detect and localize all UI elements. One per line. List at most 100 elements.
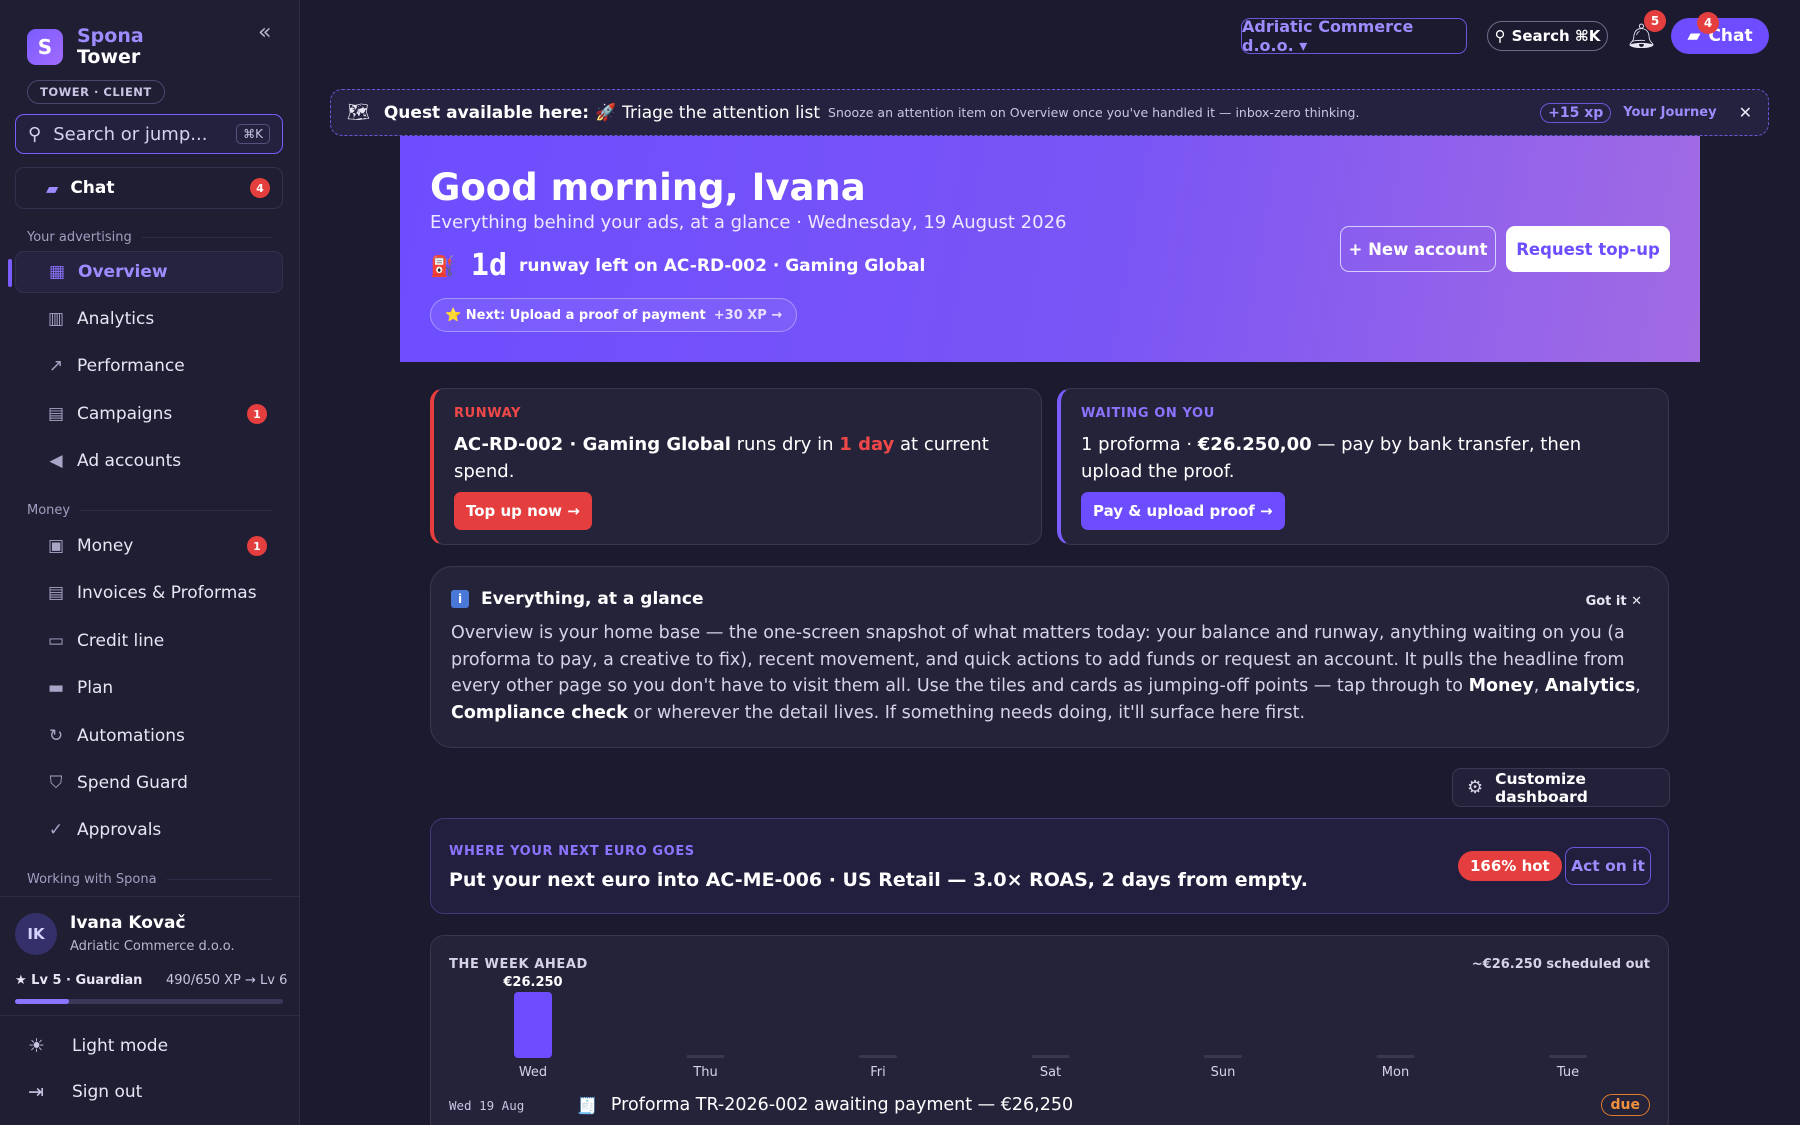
- week-day-label: Thu: [692, 1065, 717, 1080]
- week-bar-mon: [1376, 1055, 1415, 1058]
- sidebar-item-campaigns[interactable]: ▤ Campaigns 1: [15, 393, 283, 435]
- week-bar-thu: [686, 1055, 725, 1058]
- sidebar-item-performance[interactable]: ↗ Performance: [15, 345, 283, 387]
- role-badge: TOWER · CLIENT: [27, 80, 165, 104]
- fuel-icon: ⛽: [430, 253, 455, 278]
- next-euro-card: WHERE YOUR NEXT EURO GOES Put your next …: [430, 818, 1669, 914]
- sidebar-item-invoices-proformas[interactable]: ▤ Invoices & Proformas: [15, 572, 283, 614]
- sidebar-item-label: Invoices & Proformas: [77, 583, 257, 603]
- org-switcher[interactable]: Adriatic Commerce d.o.o. ▾: [1241, 17, 1467, 55]
- new-account-button[interactable]: + New account: [1340, 226, 1496, 272]
- user-xp: 490/650 XP → Lv 6: [166, 973, 288, 988]
- act-on-it-button[interactable]: Act on it: [1565, 847, 1651, 885]
- week-ahead-card: Wed €26.250 Thu Fri Sat Sun Mon Tue THE WEEK AH…: [430, 935, 1669, 1125]
- search-icon: ⚲: [1494, 27, 1506, 45]
- glance-body: Overview is your home base — the one-scr…: [451, 620, 1648, 726]
- user-org: Adriatic Commerce d.o.o.: [70, 939, 235, 954]
- sidebar-item-label: Campaigns: [77, 404, 173, 424]
- week-event-row[interactable]: Wed 19 Aug 🧾 Proforma TR-2026-002 awaiti…: [449, 1094, 1650, 1116]
- sidebar-item-analytics[interactable]: ▥ Analytics: [15, 298, 283, 340]
- sidebar-search-input[interactable]: ⚲ Search or jump... ⌘K: [15, 114, 283, 154]
- sidebar-item-label: Performance: [77, 356, 185, 376]
- trend-icon: ↗: [48, 356, 64, 376]
- money-link[interactable]: Money: [1469, 676, 1534, 696]
- week-eyebrow: THE WEEK AHEAD: [449, 957, 588, 972]
- week-bar-fri: [859, 1055, 897, 1058]
- user-level: ★ Lv 5 · Guardian: [15, 973, 143, 988]
- week-day-label: Fri: [870, 1065, 886, 1080]
- hierarchy-icon: ▤: [47, 404, 65, 424]
- sidebar-item-ad-accounts[interactable]: ◀ Ad accounts: [15, 440, 283, 482]
- sidebar-item-label: Plan: [77, 678, 114, 698]
- due-badge: due: [1600, 1094, 1650, 1116]
- light-mode-toggle[interactable]: ☀ Light mode: [28, 1035, 168, 1057]
- sign-out-button[interactable]: ⇥ Sign out: [28, 1081, 142, 1103]
- wallet-icon: ▣: [47, 536, 65, 556]
- brand-name: Spona: [77, 25, 144, 47]
- sidebar-item-automations[interactable]: ↻ Automations: [15, 715, 283, 757]
- xp-progress-bar: [15, 999, 283, 1004]
- week-day-label: Wed: [519, 1065, 547, 1080]
- megaphone-icon: ◀: [49, 451, 63, 471]
- sidebar-item-overview[interactable]: ▦ Overview: [15, 251, 283, 293]
- quest-banner: 🗺 Quest available here: 🚀 Triage the att…: [330, 89, 1769, 136]
- sidebar-item-credit-line[interactable]: ▭ Credit line: [15, 620, 283, 662]
- top-up-now-button[interactable]: Top up now →: [454, 492, 592, 530]
- sign-out-label: Sign out: [72, 1082, 143, 1102]
- search-shortcut: ⌘K: [236, 124, 270, 144]
- user-profile[interactable]: IK Ivana Kovač Adriatic Commerce d.o.o. …: [0, 896, 300, 1016]
- global-search-button[interactable]: ⚲ Search ⌘K: [1487, 21, 1608, 51]
- week-day-label: Mon: [1382, 1065, 1409, 1080]
- chat-badge: 4: [250, 178, 270, 198]
- sidebar-item-label: Overview: [78, 262, 168, 282]
- sidebar-item-label: Spend Guard: [77, 773, 188, 793]
- sidebar-item-label: Ad accounts: [77, 451, 182, 471]
- sidebar-item-plan[interactable]: ▬ Plan: [15, 667, 283, 709]
- glance-comma: ,: [1635, 676, 1641, 696]
- sign-out-icon: ⇥: [28, 1081, 44, 1103]
- next-step-pill[interactable]: ⭐ Next: Upload a proof of payment +30 XP…: [430, 298, 798, 332]
- pay-upload-proof-button[interactable]: Pay & upload proof →: [1081, 492, 1285, 530]
- next-step-xp: +30 XP →: [713, 307, 783, 323]
- week-bar-wed: [514, 992, 552, 1058]
- grid-icon: ▦: [48, 262, 66, 282]
- compliance-check-link[interactable]: Compliance check: [451, 703, 628, 723]
- event-text: Proforma TR-2026-002 awaiting payment — …: [610, 1095, 1074, 1115]
- close-icon[interactable]: ✕: [1739, 103, 1752, 122]
- quest-xp-badge: +15 xp: [1540, 102, 1612, 123]
- collapse-sidebar-icon[interactable]: «: [258, 20, 271, 45]
- bar-chart-icon: ▥: [47, 309, 65, 329]
- sidebar-item-approvals[interactable]: ✓ Approvals: [15, 809, 283, 851]
- section-your-advertising: Your advertising: [27, 230, 272, 245]
- chat-button[interactable]: ▰ Chat: [1671, 18, 1769, 54]
- runway-days: 1 day: [839, 434, 895, 455]
- week-bar-sat: [1031, 1055, 1070, 1058]
- request-topup-button[interactable]: Request top-up: [1506, 226, 1670, 272]
- sidebar-item-spend-guard[interactable]: ⛉ Spend Guard: [15, 762, 283, 804]
- waiting-body: 1 proforma · €26.250,00 — pay by bank tr…: [1081, 431, 1644, 485]
- waiting-on-you-card: WAITING ON YOU 1 proforma · €26.250,00 —…: [1057, 388, 1669, 545]
- euro-headline: Put your next euro into AC-ME-006 · US R…: [449, 869, 1308, 891]
- scheduled-total: ~€26.250 scheduled out: [1471, 957, 1650, 972]
- brand[interactable]: S Spona Tower: [27, 26, 144, 68]
- waiting-eyebrow: WAITING ON YOU: [1081, 406, 1215, 421]
- week-day-label: Sun: [1211, 1065, 1236, 1080]
- week-bar-sun: [1204, 1055, 1242, 1058]
- week-day-label: Sat: [1040, 1065, 1061, 1080]
- sidebar-item-badge: 1: [247, 536, 267, 556]
- analytics-link[interactable]: Analytics: [1545, 676, 1635, 696]
- next-step-label: ⭐ Next: Upload a proof of payment: [445, 307, 706, 323]
- customize-dashboard-button[interactable]: ⚙ Customize dashboard: [1452, 768, 1670, 807]
- active-indicator: [8, 259, 12, 287]
- check-circle-icon: ✓: [48, 820, 64, 840]
- brand-sub: Tower: [77, 46, 141, 68]
- avatar: IK: [15, 913, 57, 955]
- your-journey-link[interactable]: Your Journey: [1623, 105, 1716, 120]
- sidebar-item-money[interactable]: ▣ Money 1: [15, 525, 283, 567]
- card-icon: ▭: [47, 631, 65, 651]
- got-it-button[interactable]: Got it ✕: [1586, 594, 1642, 609]
- glance-comma: ,: [1533, 676, 1545, 696]
- sidebar-item-label: Money: [77, 536, 134, 556]
- runway-body: AC-RD-002 · Gaming Global runs dry in 1 …: [454, 431, 1017, 485]
- sidebar-item-chat[interactable]: ▰ Chat 4: [15, 167, 283, 209]
